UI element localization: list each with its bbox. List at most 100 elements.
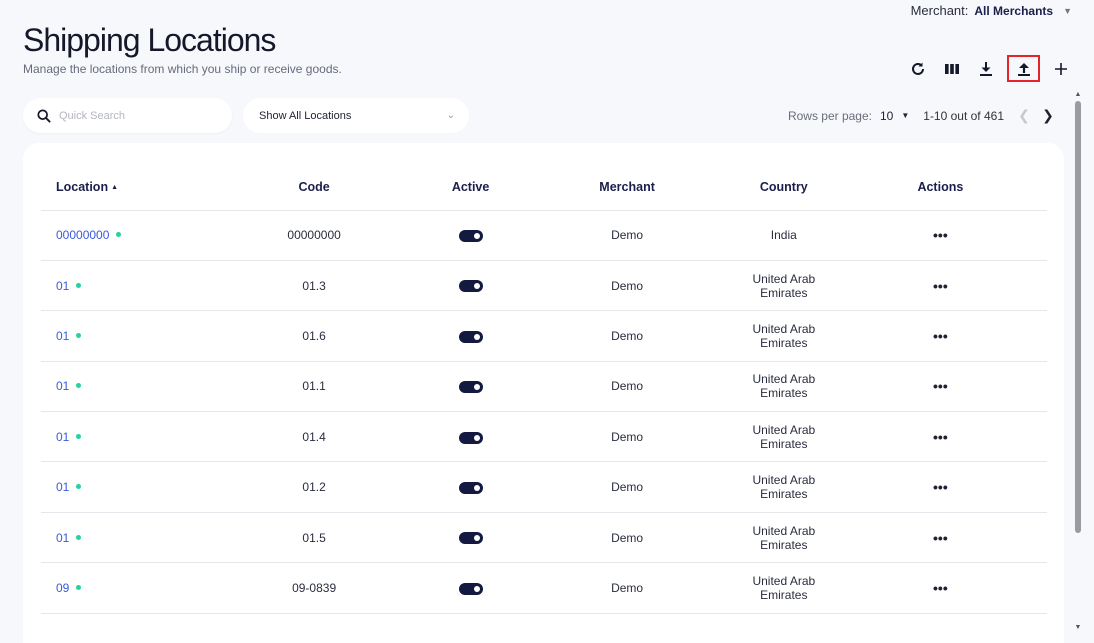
rows-per-page-select[interactable]: 10 ▼: [880, 109, 909, 123]
cell-actions: •••: [833, 461, 1047, 513]
cell-actions: •••: [833, 310, 1047, 362]
location-link[interactable]: 01: [56, 379, 69, 393]
cell-code: 01.5: [207, 512, 421, 564]
cell-merchant: Demo: [520, 411, 734, 463]
cell-actions: •••: [833, 562, 1047, 614]
table-row[interactable]: 01 01.6 Demo United Arab Emirates •••: [41, 310, 1047, 362]
cell-location[interactable]: 01: [41, 361, 208, 413]
location-link[interactable]: 01: [56, 279, 69, 293]
table-row[interactable]: 01 01.2 Demo United Arab Emirates •••: [41, 461, 1047, 513]
cell-country: United Arab Emirates: [733, 512, 834, 564]
cell-code: 09-0839: [207, 562, 421, 614]
column-header-active[interactable]: Active: [420, 165, 521, 211]
table-row[interactable]: 00000000 00000000 Demo India •••: [41, 210, 1047, 261]
active-toggle[interactable]: [458, 582, 483, 595]
status-dot-icon: [76, 484, 82, 490]
column-header-location[interactable]: Location ▲: [41, 165, 208, 211]
refresh-icon: [912, 62, 924, 75]
toggle-knob: [473, 535, 480, 542]
cell-location[interactable]: 01: [41, 461, 208, 513]
status-dot-icon: [76, 332, 82, 338]
column-header-code[interactable]: Code: [207, 165, 421, 211]
column-header-actions: Actions: [833, 165, 1047, 211]
toggle-knob: [473, 384, 480, 391]
toggle-knob: [473, 434, 480, 441]
prev-page-button[interactable]: ❮: [1016, 107, 1032, 124]
add-button[interactable]: [1048, 56, 1074, 82]
active-toggle[interactable]: [458, 280, 483, 293]
cell-location[interactable]: 01: [41, 310, 208, 362]
cell-country: United Arab Emirates: [733, 411, 834, 463]
more-actions-icon[interactable]: •••: [933, 530, 948, 546]
refresh-button[interactable]: [905, 56, 931, 82]
cell-country: United Arab Emirates: [733, 310, 834, 362]
locations-table-card: Location ▲ Code Active Merchant Country A…: [23, 143, 1064, 643]
search-input[interactable]: [59, 109, 219, 122]
cell-country: United Arab Emirates: [733, 562, 834, 614]
column-header-country[interactable]: Country: [733, 165, 834, 211]
download-button[interactable]: [973, 56, 999, 82]
search-box[interactable]: [23, 98, 232, 133]
cell-active: [420, 411, 521, 463]
active-toggle[interactable]: [458, 381, 483, 394]
rows-per-page-value: 10: [879, 108, 894, 123]
location-filter-select[interactable]: Show All Locations ⌄: [243, 98, 469, 133]
active-toggle[interactable]: [458, 532, 483, 545]
table-body: 00000000 00000000 Demo India ••• 01 01.3 Demo Un…: [41, 210, 1047, 614]
cell-merchant: Demo: [520, 461, 734, 513]
location-link[interactable]: 01: [56, 430, 69, 444]
more-actions-icon[interactable]: •••: [933, 429, 948, 445]
cell-location[interactable]: 09: [41, 562, 208, 614]
cell-actions: •••: [833, 210, 1047, 261]
more-actions-icon[interactable]: •••: [933, 479, 948, 495]
cell-location[interactable]: 01: [41, 411, 208, 463]
toggle-knob: [473, 585, 480, 592]
locations-table: Location ▲ Code Active Merchant Country A…: [41, 165, 1047, 614]
table-row[interactable]: 01 01.1 Demo United Arab Emirates •••: [41, 361, 1047, 413]
cell-merchant: Demo: [520, 512, 734, 564]
more-actions-icon[interactable]: •••: [933, 580, 948, 596]
more-actions-icon[interactable]: •••: [933, 378, 948, 394]
location-link[interactable]: 01: [56, 480, 69, 494]
page-scrollbar[interactable]: ▲ ▼: [1074, 91, 1082, 631]
scroll-up-arrow-icon[interactable]: ▲: [1074, 91, 1082, 98]
active-toggle[interactable]: [458, 431, 483, 444]
location-link[interactable]: 01: [56, 531, 69, 545]
active-toggle[interactable]: [458, 230, 483, 243]
cell-actions: •••: [833, 260, 1047, 312]
cell-code: 01.4: [207, 411, 421, 463]
caret-down-icon[interactable]: ▼: [1063, 6, 1072, 16]
next-page-button[interactable]: ❯: [1040, 107, 1056, 124]
active-toggle[interactable]: [458, 481, 483, 494]
cell-actions: •••: [833, 512, 1047, 564]
cell-location[interactable]: 01: [41, 260, 208, 312]
columns-button[interactable]: [939, 56, 965, 82]
merchant-selector[interactable]: Merchant: All Merchants ▼: [911, 3, 1072, 18]
location-link[interactable]: 00000000: [56, 228, 109, 242]
table-row[interactable]: 01 01.5 Demo United Arab Emirates •••: [41, 512, 1047, 564]
column-header-location-label: Location: [56, 180, 109, 195]
cell-merchant: Demo: [520, 260, 734, 312]
cell-merchant: Demo: [520, 210, 734, 261]
merchant-label: Merchant:: [910, 3, 969, 18]
column-header-merchant[interactable]: Merchant: [520, 165, 734, 211]
location-link[interactable]: 01: [56, 329, 69, 343]
cell-location[interactable]: 01: [41, 512, 208, 564]
table-row[interactable]: 01 01.4 Demo United Arab Emirates •••: [41, 411, 1047, 463]
location-link[interactable]: 09: [56, 581, 69, 595]
upload-button[interactable]: [1007, 55, 1040, 82]
merchant-value[interactable]: All Merchants: [974, 4, 1053, 18]
more-actions-icon[interactable]: •••: [933, 328, 948, 344]
table-row[interactable]: 01 01.3 Demo United Arab Emirates •••: [41, 260, 1047, 312]
scrollbar-thumb[interactable]: [1075, 101, 1081, 533]
more-actions-icon[interactable]: •••: [933, 227, 948, 243]
more-actions-icon[interactable]: •••: [933, 278, 948, 294]
scroll-down-arrow-icon[interactable]: ▼: [1074, 624, 1082, 631]
cell-country: India: [733, 210, 834, 261]
cell-actions: •••: [833, 361, 1047, 413]
cell-actions: •••: [833, 411, 1047, 463]
status-dot-icon: [76, 534, 82, 540]
cell-location[interactable]: 00000000: [41, 210, 208, 261]
active-toggle[interactable]: [458, 330, 483, 343]
table-row[interactable]: 09 09-0839 Demo United Arab Emirates •••: [41, 562, 1047, 614]
